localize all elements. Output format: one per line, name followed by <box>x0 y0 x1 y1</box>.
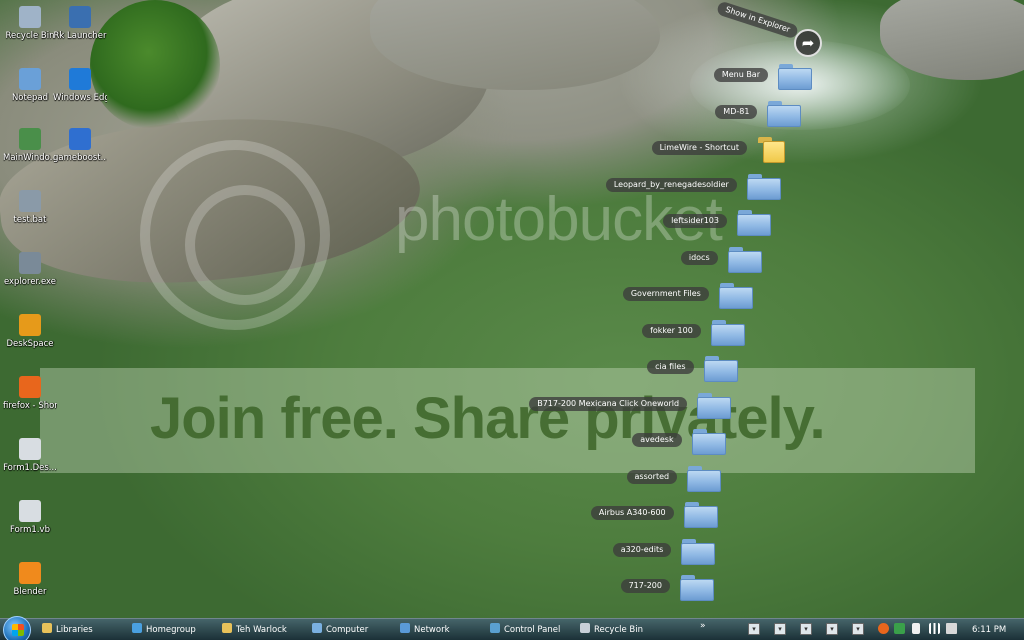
stack-item-label: Leopard_by_renegadesoldier <box>605 177 737 192</box>
stack-item[interactable]: Airbus A340-600 <box>0 502 726 530</box>
stack-item[interactable]: leftsider103 <box>0 210 779 238</box>
security-tray-icon[interactable] <box>894 623 905 634</box>
libraries-icon <box>42 623 52 633</box>
stack-item-label: fokker 100 <box>642 323 701 338</box>
stack-item[interactable]: B717-200 Mexicana Click Oneworld <box>0 392 739 421</box>
stack-item[interactable]: fokker 100 <box>0 319 753 348</box>
stack-item-label: avedesk <box>632 433 682 447</box>
folder-icon <box>727 246 762 273</box>
recycle-bin-icon <box>580 623 590 633</box>
folder-icon <box>746 173 781 200</box>
taskbar-button-label: Recycle Bin <box>594 625 644 635</box>
stack-item-label: MD-81 <box>715 104 758 119</box>
taskbar-button[interactable]: Homegroup <box>132 622 196 638</box>
folder-icon <box>718 283 753 309</box>
stack-item[interactable]: MD-81 <box>0 100 809 129</box>
stack-item-label: assorted <box>626 469 678 484</box>
start-button[interactable] <box>3 616 31 640</box>
taskbar-button-label: Network <box>414 625 450 635</box>
stack-item-label: B717-200 Mexicana Click Oneworld <box>529 396 688 411</box>
taskbar-overflow-chevron[interactable]: » <box>700 621 706 631</box>
folder-icon <box>697 392 732 419</box>
stack-item[interactable]: Menu Bar <box>0 64 820 92</box>
taskbar-button[interactable]: Teh Warlock <box>222 622 287 638</box>
desktop-icon[interactable]: Recycle Bin <box>3 6 57 41</box>
network-signal-icon[interactable] <box>929 623 940 634</box>
user-folder-icon <box>222 623 232 633</box>
shortcut-folder-icon <box>757 137 791 163</box>
stack-item[interactable]: LimeWire - Shortcut <box>0 137 799 165</box>
recycle-bin-icon <box>19 6 41 28</box>
taskbar-button[interactable]: Control Panel <box>490 622 560 638</box>
stack-item[interactable]: Leopard_by_renegadesoldier <box>0 173 789 202</box>
folder-icon <box>767 100 802 127</box>
rk-launcher-icon <box>69 6 91 28</box>
stack-item-label: cia files <box>647 360 694 374</box>
folder-icon <box>687 465 722 492</box>
stack-item-label: leftsider103 <box>663 214 727 228</box>
toolbar-dropdown-button[interactable]: ▾ <box>800 623 812 635</box>
stack-item[interactable]: avedesk <box>0 429 734 457</box>
stack-item-label: Airbus A340-600 <box>590 506 674 520</box>
stack-item-label: a320-edits <box>612 542 672 557</box>
taskbar-button-label: Homegroup <box>146 625 196 635</box>
folder-icon <box>778 64 812 90</box>
stack-item-label: Menu Bar <box>713 68 768 82</box>
taskbar-button[interactable]: Recycle Bin <box>580 622 643 638</box>
show-in-explorer-label[interactable]: Show in Explorer <box>715 0 800 40</box>
stack-item[interactable]: cia files <box>0 356 746 384</box>
stack-item-label: idocs <box>680 250 718 265</box>
firefox-tray-icon[interactable] <box>878 623 889 634</box>
show-in-explorer-arrow-icon[interactable]: ➦ <box>794 29 822 57</box>
stack-item-label: 717-200 <box>620 579 670 593</box>
taskbar-button[interactable]: Computer <box>312 622 368 638</box>
taskbar-button-label: Computer <box>326 625 369 635</box>
network-icon <box>400 623 410 633</box>
desktop-icon[interactable]: Rk Launcher <box>53 6 107 41</box>
taskbar: Libraries Homegroup Teh Warlock Computer Net… <box>0 616 1024 640</box>
windows-logo-icon <box>12 624 24 636</box>
toolbar-dropdown-button[interactable]: ▾ <box>774 623 786 635</box>
folder-icon <box>710 319 745 346</box>
desktop-icon-label: Recycle Bin <box>5 31 55 41</box>
taskbar-button-label: Libraries <box>56 625 93 635</box>
taskbar-button-label: Control Panel <box>504 625 561 635</box>
clock[interactable]: 6:11 PM <box>972 622 1006 638</box>
toolbar-dropdown-button[interactable]: ▾ <box>826 623 838 635</box>
toolbar-dropdown-button[interactable]: ▾ <box>748 623 760 635</box>
computer-icon <box>312 623 322 633</box>
stack-item[interactable]: 717-200 <box>0 575 722 603</box>
stack-item-label: LimeWire - Shortcut <box>651 141 747 155</box>
folder-icon <box>681 538 716 565</box>
stack-item[interactable]: Government Files <box>0 283 761 311</box>
folder-icon <box>691 429 726 455</box>
folder-icon <box>683 502 718 528</box>
homegroup-icon <box>132 623 142 633</box>
stack-item[interactable]: a320-edits <box>0 538 723 567</box>
taskbar-button[interactable]: Libraries <box>42 622 93 638</box>
control-panel-icon <box>490 623 500 633</box>
folder-icon <box>736 210 771 236</box>
toolbar-dropdown-button[interactable]: ▾ <box>852 623 864 635</box>
taskbar-button[interactable]: Network <box>400 622 450 638</box>
stack-item[interactable]: assorted <box>0 465 729 494</box>
volume-icon[interactable] <box>946 623 957 634</box>
stack-item-label: Government Files <box>622 287 709 301</box>
desktop-icon-label: Rk Launcher <box>53 31 107 41</box>
flag-tray-icon[interactable] <box>912 623 920 634</box>
taskbar-button-label: Teh Warlock <box>236 625 287 635</box>
folder-icon <box>703 356 738 382</box>
stack-item[interactable]: idocs <box>0 246 770 275</box>
folder-icon <box>680 575 714 601</box>
